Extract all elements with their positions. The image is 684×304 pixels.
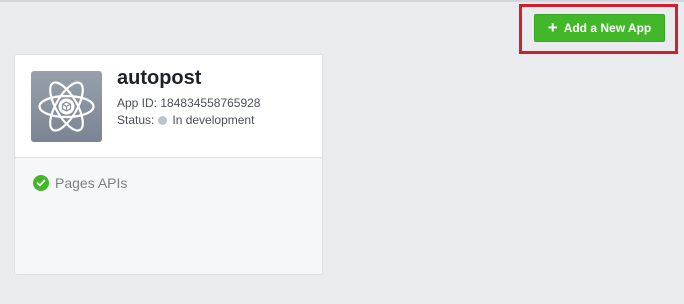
plus-icon: + [547,18,558,37]
add-new-app-label: Add a New App [563,21,652,35]
app-id-value: 184834558765928 [160,96,261,110]
app-status: Status: In development [117,113,254,127]
app-icon [31,71,102,142]
app-card[interactable]: autopost App ID: 184834558765928 Status:… [14,54,323,275]
app-card-header: autopost App ID: 184834558765928 Status:… [15,55,322,158]
product-item: Pages APIs [33,175,127,191]
product-label: Pages APIs [55,175,128,191]
app-name[interactable]: autopost [117,67,201,90]
add-new-app-button[interactable]: + Add a New App [534,14,665,42]
app-status-value: In development [172,113,255,127]
app-status-label: Status: [117,113,155,127]
atom-cube-icon [38,81,95,132]
top-divider [0,0,684,2]
app-card-products: Pages APIs [15,158,322,274]
app-id-label: App ID: [117,96,158,110]
check-circle-icon [33,175,49,191]
app-id: App ID: 184834558765928 [117,96,260,110]
status-dot-icon [158,115,168,125]
